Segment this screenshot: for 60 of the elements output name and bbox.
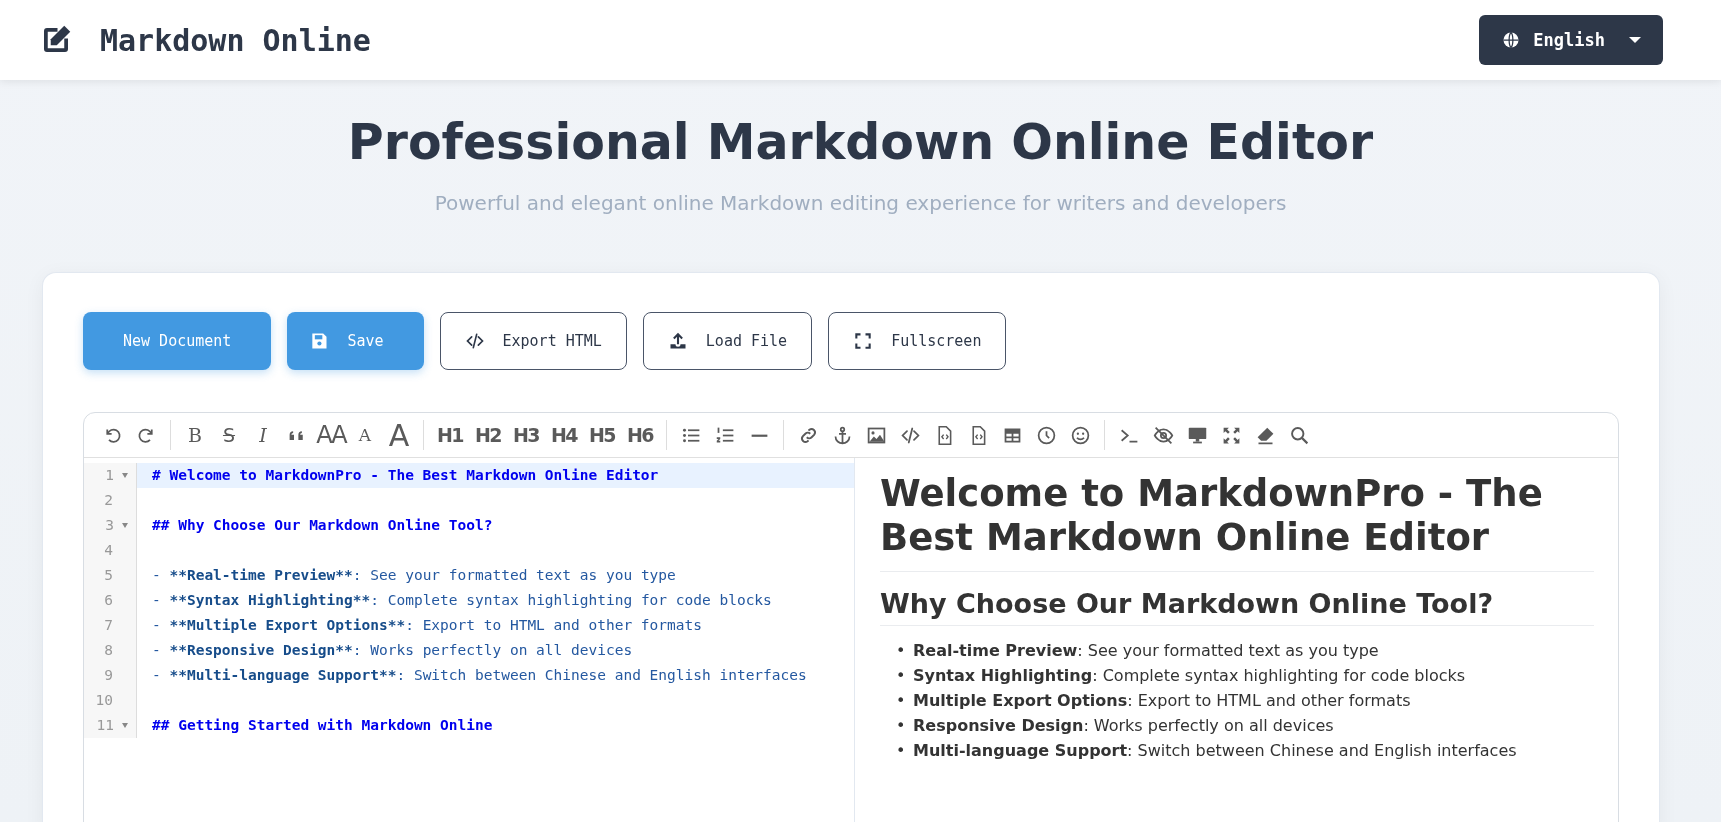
smiley-icon[interactable] bbox=[1069, 424, 1091, 446]
strikethrough-button[interactable]: S bbox=[213, 420, 245, 450]
fold-arrow-icon[interactable] bbox=[122, 473, 128, 478]
heading-button[interactable]: H4 bbox=[546, 420, 582, 450]
list-bullet: • bbox=[896, 689, 904, 712]
smaller-text-button[interactable]: A bbox=[349, 420, 381, 450]
globe-icon bbox=[1501, 30, 1522, 50]
site-title: Markdown Online bbox=[100, 22, 371, 58]
heading-button[interactable]: H5 bbox=[584, 420, 620, 450]
line-number: 6 bbox=[104, 591, 113, 610]
preview-list-item: Multi-language Support: Switch between Chinese and English interfaces bbox=[913, 739, 1517, 762]
heading-button[interactable]: H1 bbox=[432, 420, 468, 450]
line-number: 9 bbox=[104, 666, 113, 685]
fold-arrow-icon[interactable] bbox=[122, 523, 128, 528]
preview-list-item: Real-time Preview: See your formatted text as you type bbox=[913, 639, 1379, 662]
code-line: - **Real-time Preview**: See your formatted text as you type bbox=[151, 566, 677, 585]
bold-button[interactable]: B bbox=[179, 420, 211, 450]
code-line: - **Multi-language Support**: Switch between Chinese and English interfaces bbox=[151, 666, 808, 685]
heading-button[interactable]: H3 bbox=[508, 420, 544, 450]
larger-text-button[interactable]: A bbox=[383, 420, 415, 450]
line-number: 7 bbox=[104, 616, 113, 635]
line-number: 5 bbox=[104, 566, 113, 585]
fold-arrow-icon[interactable] bbox=[122, 723, 128, 728]
code-line: - **Responsive Design**: Works perfectly on all devices bbox=[151, 641, 634, 660]
line-number: 3 bbox=[105, 516, 114, 535]
italic-button[interactable]: I bbox=[247, 420, 279, 450]
preview-list-item: Multiple Export Options: Export to HTML and other formats bbox=[913, 689, 1411, 712]
fullscreen-icon bbox=[853, 331, 874, 351]
action-button[interactable]: Export HTML bbox=[439, 312, 627, 370]
list-bullet: • bbox=[896, 739, 904, 762]
page-subtitle: Powerful and elegant online Markdown editing experience for writers and developers bbox=[433, 191, 1288, 215]
preview-heading: Welcome to MarkdownPro - The Best Markdown Online Editor bbox=[880, 472, 1594, 572]
code-icon bbox=[464, 331, 485, 351]
code-line: - **Multiple Export Options**: Export to HTML and other formats bbox=[151, 616, 703, 635]
clock-icon[interactable] bbox=[1035, 424, 1057, 446]
action-button[interactable]: Fullscreen bbox=[828, 312, 1007, 370]
heading-button[interactable]: H2 bbox=[470, 420, 506, 450]
list-bullet: • bbox=[896, 664, 904, 687]
line-number: 1 bbox=[105, 466, 114, 485]
preview-list-item: Syntax Highlighting: Complete syntax highlighting for code blocks bbox=[913, 664, 1466, 687]
line-number: 2 bbox=[104, 491, 113, 510]
code-line: - **Syntax Highlighting**: Complete syntax highlighting for code blocks bbox=[151, 591, 773, 610]
heading-button[interactable]: H6 bbox=[622, 420, 658, 450]
caret-icon bbox=[1629, 37, 1641, 43]
line-number: 10 bbox=[95, 691, 113, 710]
eye-slash-icon[interactable] bbox=[1152, 424, 1174, 446]
preview-subheading: Why Choose Our Markdown Online Tool? bbox=[880, 587, 1594, 626]
action-button[interactable]: Load File bbox=[642, 312, 813, 370]
page-heading: Professional Markdown Online Editor bbox=[346, 114, 1375, 171]
list-bullet: • bbox=[896, 714, 904, 737]
font-size-button[interactable]: AA bbox=[315, 420, 347, 450]
line-number: 11 bbox=[96, 716, 114, 735]
language-dropdown[interactable]: English bbox=[1479, 15, 1663, 65]
line-number: 8 bbox=[104, 641, 113, 660]
search-icon[interactable] bbox=[1288, 424, 1310, 446]
code-line: ## Why Choose Our Markdown Online Tool? bbox=[151, 516, 494, 535]
preview-list-item: Responsive Design: Works perfectly on all devices bbox=[913, 714, 1334, 737]
line-number: 4 bbox=[104, 541, 113, 560]
list-bullet: • bbox=[896, 639, 904, 662]
code-line: ## Getting Started with Markdown Online bbox=[151, 716, 494, 735]
